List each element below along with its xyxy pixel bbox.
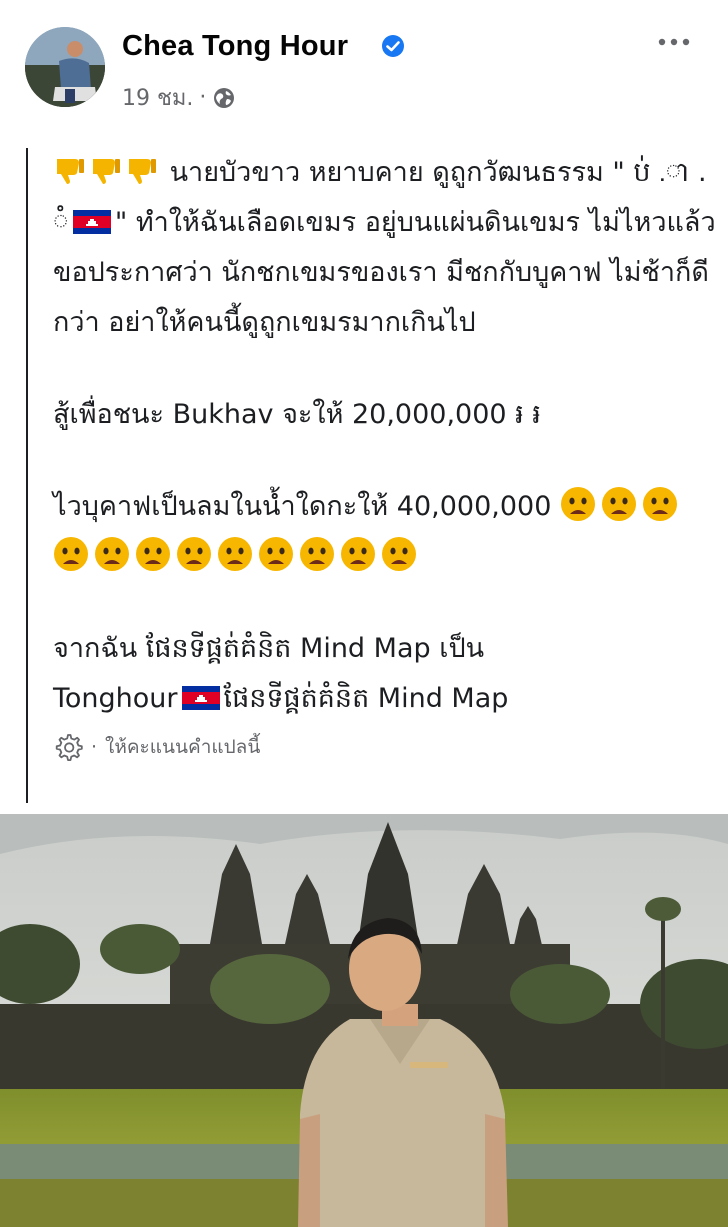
worried-face-emoji — [218, 537, 252, 571]
more-options-icon[interactable] — [656, 32, 692, 52]
worried-face-emoji — [560, 487, 595, 521]
cambodia-flag-icon — [72, 210, 111, 234]
cambodia-flag-icon — [181, 686, 220, 710]
thumbs-down-emoji — [57, 159, 84, 184]
meta-separator: · — [199, 85, 207, 110]
gear-icon[interactable] — [53, 732, 83, 762]
post-paragraph-4: จากฉัน ផែនទីផ្គត់គំនិត Mind Map เป็น Ton… — [53, 624, 716, 724]
thumbs-down-emoji — [129, 159, 156, 184]
post-time[interactable]: 19 ชม. — [122, 80, 193, 115]
post-text-segment: " ทำให้ฉันเลือดเขมร อยู่บนแผ่นดินเขมร ไม… — [53, 207, 716, 338]
rate-translation-row[interactable]: · ให้คะแนนคำแปลนี้ — [53, 732, 716, 762]
post-text-segment: ไวบุคาฟเป็นลมในน้ำใดกะให้ 40,000,000 — [53, 491, 552, 522]
worried-face-emoji — [300, 537, 334, 571]
author-name[interactable]: Chea Tong Hour — [122, 30, 348, 63]
worried-face-emoji — [642, 487, 677, 521]
worried-face-emoji — [601, 487, 636, 521]
author-avatar[interactable] — [25, 27, 105, 107]
worried-face-emoji — [382, 537, 416, 571]
post-paragraph-3: ไวบุคาฟเป็นลมในน้ำใดกะให้ 40,000,000 — [53, 482, 716, 582]
post-paragraph-1: นายบัวขาว หยาบคาย ดูถูกวัฒนธรรม " ប់ .ា … — [53, 148, 716, 348]
post-text-segment: Tonghour — [53, 683, 178, 714]
post-meta: 19 ชม. · — [122, 80, 236, 115]
worried-face-emoji — [259, 537, 293, 571]
globe-icon[interactable] — [212, 86, 236, 110]
worried-face-emoji — [136, 537, 170, 571]
worried-face-emoji — [95, 537, 129, 571]
post-text-segment: ផែនទីផ្គត់គំនិត Mind Map — [223, 683, 509, 714]
post-text-segment: นายบัวขาว หยาบคาย ดูถูกวัฒนธรรม — [169, 157, 604, 188]
post-photo[interactable] — [0, 814, 728, 1227]
verified-badge-icon — [382, 35, 404, 57]
rate-translation-link[interactable]: ให้คะแนนคำแปลนี้ — [105, 733, 260, 761]
post-text-segment: จากฉัน ផែនទីផ្គត់គំនិត Mind Map เป็น — [53, 633, 485, 664]
post-paragraph-2: สู้เพื่อชนะ Bukhav จะให้ 20,000,000 ៛ ៛ — [53, 399, 541, 430]
worried-face-emoji — [341, 537, 375, 571]
post-body: นายบัวขาว หยาบคาย ดูถูกวัฒนธรรม " ប់ .ា … — [26, 148, 716, 803]
meta-separator: · — [91, 736, 98, 758]
worried-face-emoji — [54, 537, 88, 571]
worried-face-emoji — [177, 537, 211, 571]
thumbs-down-emoji — [93, 159, 120, 184]
post-header: Chea Tong Hour 19 ชม. · — [0, 0, 728, 130]
